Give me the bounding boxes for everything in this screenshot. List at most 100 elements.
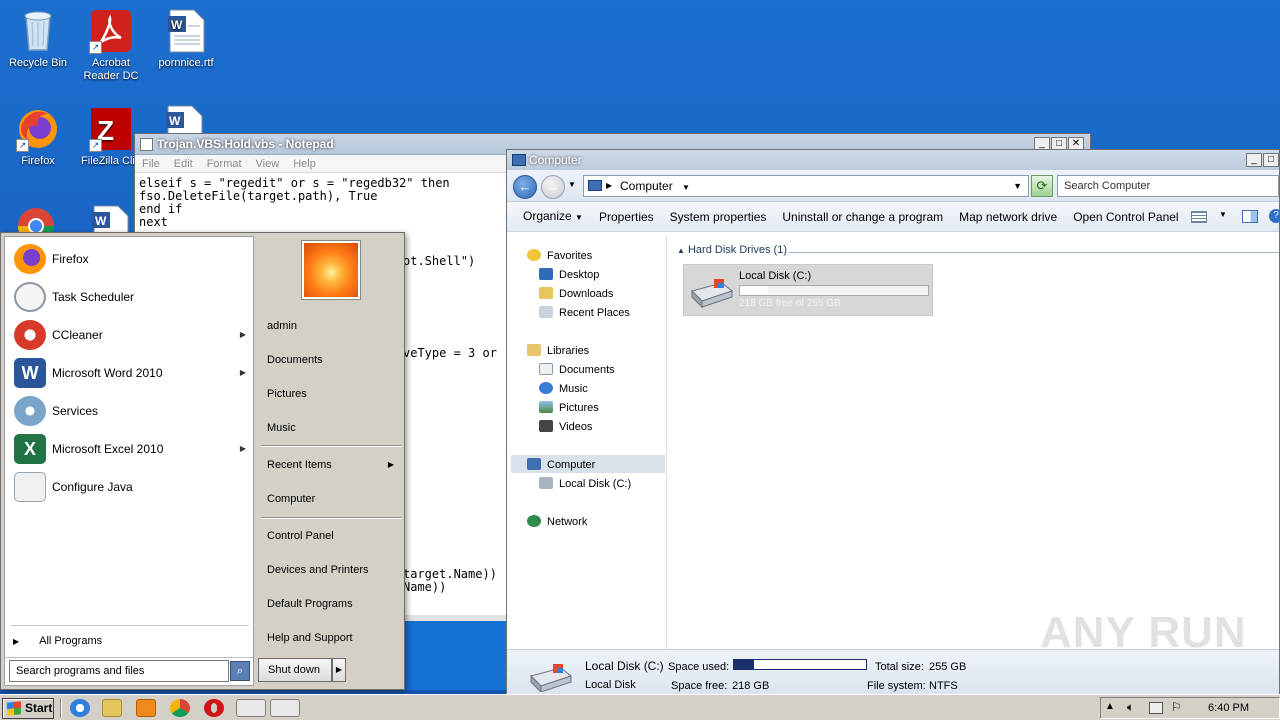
submenu-arrow-icon: ▶ xyxy=(239,330,246,339)
menu-file[interactable]: File xyxy=(142,155,160,172)
program-item[interactable]: CCleaner ▶ xyxy=(10,317,254,353)
start-item-computer[interactable]: Computer xyxy=(264,488,402,510)
word-document-icon[interactable]: W xyxy=(88,204,132,235)
uninstall-program-button[interactable]: Uninstall or change a program xyxy=(774,202,951,232)
address-bar[interactable]: ▶ Computer ▼ ▼ xyxy=(583,175,1029,197)
organize-button[interactable]: Organize ▼ xyxy=(515,201,591,233)
drive-usage-bar xyxy=(739,285,929,296)
documents-icon xyxy=(539,363,553,375)
search-input[interactable]: Search Computer xyxy=(1057,175,1279,197)
nav-documents[interactable]: Documents xyxy=(539,361,615,379)
menu-format[interactable]: Format xyxy=(207,155,242,172)
network-tray-icon[interactable] xyxy=(1149,702,1163,714)
history-dropdown-icon[interactable]: ▼ xyxy=(568,180,576,189)
opera-icon[interactable] xyxy=(204,699,224,717)
program-item[interactable]: Services xyxy=(10,393,254,429)
system-tray: ▲ 🔈︎ ⚐ 6:40 PM xyxy=(1100,697,1280,719)
properties-button[interactable]: Properties xyxy=(591,202,662,232)
word-document-icon[interactable]: W xyxy=(162,104,206,135)
desktop-icon-rtf-file[interactable]: W pornnice.rtf xyxy=(148,8,224,70)
nav-desktop[interactable]: Desktop xyxy=(539,266,599,284)
program-item[interactable]: W Microsoft Word 2010 ▶ xyxy=(10,355,254,391)
shutdown-options-button[interactable]: ▶ xyxy=(332,658,346,682)
desktop-icon-recycle-bin[interactable]: Recycle Bin xyxy=(0,8,76,70)
volume-icon[interactable]: 🔈︎ xyxy=(1127,700,1134,715)
explorer-titlebar[interactable]: Computer _ □ xyxy=(507,150,1279,170)
chrome-icon[interactable] xyxy=(170,699,190,717)
start-item-recent-items[interactable]: Recent Items ▶ xyxy=(264,454,402,476)
map-network-drive-button[interactable]: Map network drive xyxy=(951,202,1065,232)
action-center-flag-icon[interactable]: ⚐ xyxy=(1171,700,1182,714)
nav-downloads[interactable]: Downloads xyxy=(539,285,613,303)
computer-icon xyxy=(527,458,541,470)
start-item-documents[interactable]: Documents xyxy=(264,349,402,371)
nav-recent-places[interactable]: Recent Places xyxy=(539,304,630,322)
start-item-help-support[interactable]: Help and Support xyxy=(264,627,402,649)
clock[interactable]: 6:40 PM xyxy=(1208,698,1249,718)
shortcut-arrow-icon: ↗ xyxy=(89,139,102,152)
minimize-button[interactable]: _ xyxy=(1246,153,1262,167)
excel-icon: X xyxy=(14,434,46,464)
notepad-icon xyxy=(140,138,153,151)
separator xyxy=(261,517,401,519)
start-item-pictures[interactable]: Pictures xyxy=(264,383,402,405)
start-button[interactable]: Start xyxy=(2,698,54,719)
menu-help[interactable]: Help xyxy=(293,155,316,172)
menu-view[interactable]: View xyxy=(256,155,280,172)
program-item[interactable]: Task Scheduler xyxy=(10,279,254,315)
menu-edit[interactable]: Edit xyxy=(174,155,193,172)
explorer-taskbar-icon[interactable] xyxy=(102,699,122,717)
nav-computer[interactable]: Computer xyxy=(527,456,595,474)
address-dropdown-icon[interactable]: ▼ xyxy=(1013,176,1022,196)
all-programs-button[interactable]: ▶ All Programs xyxy=(13,635,102,647)
maximize-button[interactable]: □ xyxy=(1263,153,1279,167)
help-icon[interactable]: ? xyxy=(1269,209,1280,223)
notepad-taskbar-button[interactable] xyxy=(236,699,266,717)
forward-button[interactable]: → xyxy=(541,175,565,199)
program-item[interactable]: X Microsoft Excel 2010 ▶ xyxy=(10,431,254,467)
back-button[interactable]: ← xyxy=(513,175,537,199)
shutdown-button[interactable]: Shut down xyxy=(258,658,332,682)
program-item[interactable]: Configure Java xyxy=(10,469,254,505)
search-icon[interactable]: ⌕ xyxy=(230,661,250,681)
program-item[interactable]: Firefox xyxy=(10,241,254,277)
start-item-user[interactable]: admin xyxy=(264,315,402,337)
start-item-control-panel[interactable]: Control Panel xyxy=(264,525,402,547)
show-hidden-icons-icon[interactable]: ▲ xyxy=(1105,701,1115,712)
media-player-icon[interactable] xyxy=(136,699,156,717)
chrome-icon[interactable] xyxy=(14,204,58,245)
view-options-icon[interactable] xyxy=(1191,211,1207,223)
nav-local-disk[interactable]: Local Disk (C:) xyxy=(539,475,631,493)
pictures-icon xyxy=(539,401,553,413)
nav-libraries[interactable]: Libraries xyxy=(527,342,589,360)
drive-tile-local-disk[interactable]: Local Disk (C:) 218 GB free of 255 GB xyxy=(683,264,933,316)
start-item-default-programs[interactable]: Default Programs xyxy=(264,593,402,615)
view-dropdown-icon[interactable]: ▼ xyxy=(1219,210,1227,219)
preview-pane-icon[interactable] xyxy=(1242,210,1258,223)
nav-pictures[interactable]: Pictures xyxy=(539,399,599,417)
collapse-icon[interactable]: ▲ xyxy=(677,246,685,255)
libraries-icon xyxy=(527,344,541,356)
nav-favorites[interactable]: Favorites xyxy=(527,247,592,265)
desktop-icon-acrobat[interactable]: ↗ Acrobat Reader DC xyxy=(73,8,149,83)
nav-network[interactable]: Network xyxy=(527,513,587,531)
system-properties-button[interactable]: System properties xyxy=(662,202,775,232)
group-header[interactable]: ▲ Hard Disk Drives (1) xyxy=(677,244,787,256)
hard-drive-icon xyxy=(530,664,573,692)
start-item-devices-printers[interactable]: Devices and Printers xyxy=(264,559,402,581)
open-control-panel-button[interactable]: Open Control Panel xyxy=(1065,202,1186,232)
refresh-button[interactable]: ⟳ xyxy=(1031,175,1053,197)
chevron-icon[interactable]: ▶ xyxy=(606,176,612,196)
nav-music[interactable]: Music xyxy=(539,380,588,398)
navigation-pane: Favorites Desktop Downloads Recent Place… xyxy=(507,236,667,649)
desktop-icon-firefox[interactable]: ↗ Firefox xyxy=(0,106,76,168)
user-avatar[interactable] xyxy=(302,241,360,299)
ie-icon[interactable] xyxy=(70,699,90,717)
desktop-icon-label: Acrobat Reader DC xyxy=(83,57,139,82)
breadcrumb-dropdown-icon[interactable]: ▼ xyxy=(682,183,690,192)
firefox-icon xyxy=(14,244,46,274)
start-item-music[interactable]: Music xyxy=(264,417,402,439)
computer-taskbar-button[interactable] xyxy=(270,699,300,717)
nav-videos[interactable]: Videos xyxy=(539,418,592,436)
start-search-input[interactable]: Search programs and files xyxy=(9,660,229,682)
